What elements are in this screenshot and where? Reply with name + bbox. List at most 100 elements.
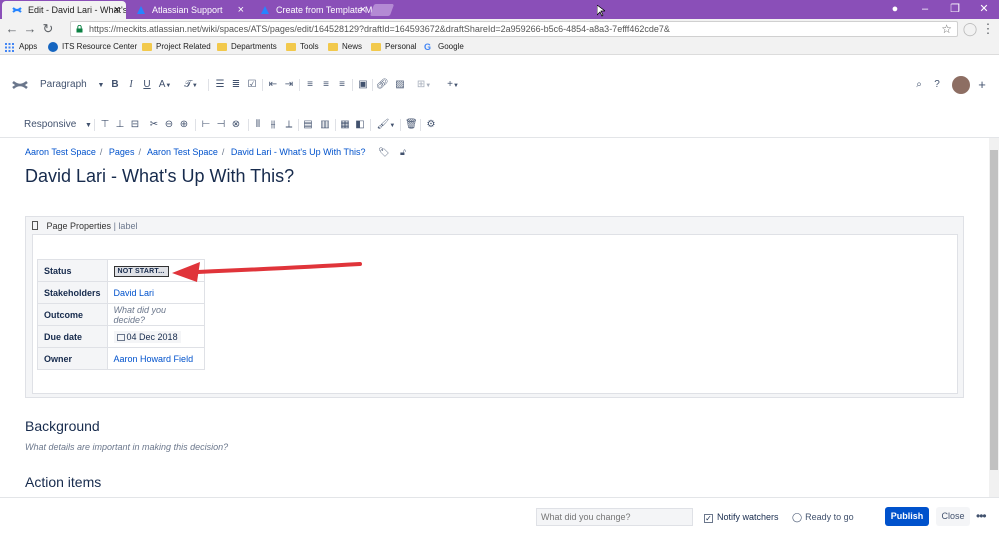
breadcrumb-item[interactable]: Aaron Test Space [147,147,218,157]
property-key[interactable]: Owner [37,347,108,370]
bookmark-star-icon[interactable]: ☆ [941,21,952,37]
minimize-icon[interactable]: – [910,0,940,18]
search-icon[interactable]: ⌕ [913,72,925,98]
back-arrow-icon[interactable]: ← [4,21,20,37]
profile-icon[interactable]: ● [880,0,910,18]
numbered-list-icon[interactable]: ≣ [230,72,242,98]
close-icon[interactable]: × [114,1,120,19]
bold-button[interactable]: B [110,72,120,98]
bookmark-personal[interactable]: Personal [371,39,417,55]
close-icon[interactable]: × [360,1,366,19]
insert-row-below-icon[interactable]: ⊥ [115,112,125,138]
image-icon[interactable]: ▨ [394,72,406,98]
forward-arrow-icon[interactable]: → [22,21,38,37]
insert-plus-icon[interactable]: +▼ [443,72,463,99]
align-center-icon[interactable]: ≡ [320,72,332,98]
heading-row-icon[interactable]: ▤ [303,112,313,138]
link-icon[interactable]: 🔗︎ [376,72,389,98]
user-mention[interactable]: Aaron Howard Field [114,354,194,364]
outdent-icon[interactable]: ⇤ [267,72,279,98]
more-formatting-button[interactable]: 𝒯▼ [182,72,200,99]
breadcrumb-item[interactable]: David Lari - What's Up With This? [231,147,366,157]
bullet-list-icon[interactable]: ☰ [214,72,226,98]
property-key[interactable]: Stakeholders [37,281,108,304]
delete-column-icon[interactable]: ⊗ [231,112,241,138]
merge-cells-icon[interactable]: ⫴ [253,112,263,138]
paste-row-icon[interactable]: ⊕ [179,112,189,138]
insert-column-after-icon[interactable]: ⊣ [216,112,226,138]
insert-column-before-icon[interactable]: ⊢ [201,112,211,138]
browser-menu-icon[interactable]: ⋮ [980,21,996,37]
cut-row-icon[interactable]: ✂︎ [149,112,159,138]
delete-row-icon[interactable]: ⊟ [130,112,140,138]
publish-button[interactable]: Publish [885,507,929,526]
more-options-icon[interactable]: ••• [976,510,987,522]
cell-color-button[interactable]: 🖌︎▼ [375,112,397,139]
italic-button[interactable]: I [126,72,136,98]
heading-column-icon[interactable]: ▥ [320,112,330,138]
window-close-icon[interactable]: ✕ [969,0,999,18]
indent-icon[interactable]: ⇥ [283,72,295,98]
split-cell-icon[interactable]: ⫵ [268,112,278,138]
page-properties-macro[interactable]: Page Properties | label Status NOT START… [25,216,964,398]
date-lozenge[interactable]: 04 Dec 2018 [113,330,181,343]
extension-icon[interactable]: ◯ [962,21,978,37]
tab-edit-page[interactable]: Edit - David Lari - What's × [2,1,126,19]
property-key[interactable]: Outcome [37,303,108,326]
property-value-cell[interactable]: Aaron Howard Field [106,347,205,370]
status-lozenge[interactable]: NOT START... [113,265,169,277]
bookmark-its-resource-center[interactable]: ITS Resource Center [48,39,137,55]
tab-create-from-template[interactable]: Create from Template Ma × [250,1,372,19]
bookmark-departments[interactable]: Departments [217,39,277,55]
task-list-icon[interactable]: ☑ [246,72,258,98]
property-value-cell[interactable]: 04 Dec 2018 [106,325,205,348]
new-tab-button[interactable] [369,4,395,16]
background-heading[interactable]: Background [25,418,100,434]
breadcrumb-item[interactable]: Pages [109,147,135,157]
background-placeholder[interactable]: What details are important in making thi… [25,442,228,452]
bookmark-project-related[interactable]: Project Related [142,39,211,55]
restore-icon[interactable]: ❐ [940,0,970,18]
close-icon[interactable]: × [238,1,244,19]
label-tag-icon[interactable]: 🏷︎ [378,147,389,157]
reload-icon[interactable]: ↻ [40,21,56,37]
ready-status[interactable]: ◯ Ready to go [792,508,854,526]
table-icon[interactable]: ⊞▼ [414,72,434,99]
paragraph-style-dropdown[interactable]: Paragraph ▼ [40,72,104,99]
copy-row-icon[interactable]: ⊖ [164,112,174,138]
property-value-cell[interactable]: What did you decide? [106,303,205,326]
page-title[interactable]: David Lari - What's Up With This? [25,166,294,187]
table-width-dropdown[interactable]: Responsive ▼ [24,112,92,139]
number-rows-icon[interactable]: ▦ [340,112,350,138]
bookmark-apps[interactable]: Apps [5,39,37,55]
bookmark-news[interactable]: News [328,39,362,55]
table-layout-icon[interactable]: ◧ [355,112,365,138]
align-right-icon[interactable]: ≡ [336,72,348,98]
avatar[interactable] [952,76,970,94]
breadcrumb-item[interactable]: Aaron Test Space [25,147,96,157]
insert-row-above-icon[interactable]: ⊤ [100,112,110,138]
settings-gear-icon[interactable]: ⚙ [425,112,437,138]
notify-watchers-checkbox[interactable]: ✓ Notify watchers [704,508,779,526]
bookmark-google[interactable]: G Google [424,39,464,55]
checkbox-checked-icon[interactable]: ✓ [704,514,713,523]
bookmark-tools[interactable]: Tools [286,39,319,55]
tab-atlassian-support[interactable]: Atlassian Support × [126,1,250,19]
action-items-heading[interactable]: Action items [25,474,101,490]
user-mention[interactable]: David Lari [114,288,155,298]
add-collaborator-icon[interactable]: + [976,72,988,98]
property-value-cell[interactable]: David Lari [106,281,205,304]
scrollbar[interactable] [989,138,999,497]
help-icon[interactable]: ? [931,72,943,98]
restrictions-lock-icon[interactable]: 🔓︎ [400,147,406,157]
page-layout-icon[interactable]: ▣ [357,72,369,98]
cell-alignment-icon[interactable]: ⟂ [284,112,294,138]
change-comment-input[interactable] [536,508,693,526]
delete-table-icon[interactable]: 🗑︎ [405,112,418,138]
scrollbar-thumb[interactable] [990,150,998,470]
align-left-icon[interactable]: ≡ [304,72,316,98]
url-field[interactable]: https://meckits.atlassian.net/wiki/space… [70,21,958,37]
property-key[interactable]: Due date [37,325,108,348]
close-button[interactable]: Close [936,507,970,526]
text-color-button[interactable]: A▼ [157,72,173,99]
